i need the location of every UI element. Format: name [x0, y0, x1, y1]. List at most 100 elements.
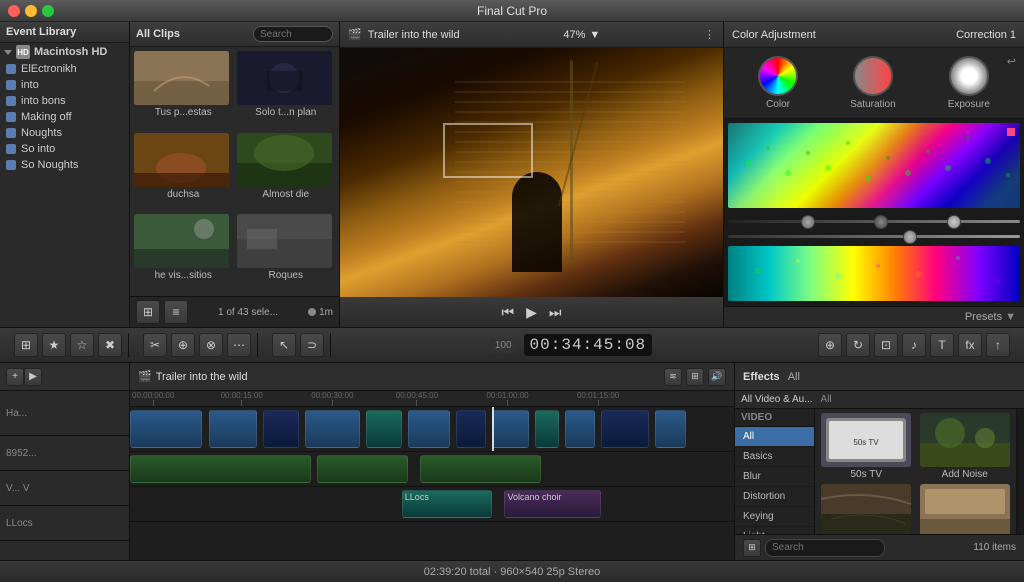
effects-category-basics[interactable]: Basics [735, 447, 814, 467]
library-section-hd[interactable]: HD Macintosh HD [0, 43, 129, 61]
window-controls[interactable] [8, 5, 54, 17]
toolbar-clip-btn[interactable]: ✂ [143, 333, 167, 357]
effects-category-light[interactable]: Light [735, 527, 814, 534]
presets-button[interactable]: Presets [965, 311, 1002, 323]
effects-btn[interactable]: fx [958, 333, 982, 357]
svg-text:50s TV: 50s TV [854, 438, 880, 447]
effects-tab-all-video[interactable]: All Video & Au... [741, 394, 813, 405]
saturation-tool[interactable]: Saturation [850, 56, 896, 110]
effects-search-input[interactable] [765, 539, 885, 557]
toolbar-btn-4[interactable]: ✖ [98, 333, 122, 357]
toolbar-btn-1[interactable]: ⊞ [14, 333, 38, 357]
library-item-noughts[interactable]: Noughts [0, 125, 129, 141]
minimize-button[interactable] [25, 5, 37, 17]
zoom-dropdown-icon[interactable]: ▼ [589, 29, 600, 41]
grid-view-button[interactable]: ⊞ [136, 300, 160, 324]
music-btn[interactable]: ♪ [902, 333, 926, 357]
effect-item-noise[interactable]: Add Noise [918, 413, 1013, 480]
named-clip-volcano[interactable]: Volcano choir [504, 490, 601, 518]
slider-handle-4[interactable] [903, 230, 917, 244]
clip-block[interactable] [565, 410, 595, 448]
toolbar-btn-3[interactable]: ☆ [70, 333, 94, 357]
clip-block[interactable] [492, 410, 528, 448]
clip-block[interactable] [535, 410, 559, 448]
skip-forward-button[interactable]: ⏭ [549, 304, 562, 321]
toolbar-insert-btn[interactable]: ⊕ [171, 333, 195, 357]
timeline-ctrl-1[interactable]: ≋ [664, 368, 682, 386]
effects-category-distortion[interactable]: Distortion [735, 487, 814, 507]
effect-item-50stv[interactable]: 50s TV 50s TV [819, 413, 914, 480]
skip-back-button[interactable]: ⏮ [502, 304, 515, 321]
macintosh-hd-label: Macintosh HD [34, 46, 107, 58]
timeline-play-btn[interactable]: ▶ [24, 368, 42, 386]
clips-search-input[interactable] [253, 26, 333, 42]
effects-grid-btn[interactable]: ⊞ [743, 539, 761, 557]
clip-item[interactable]: duchsa [134, 133, 233, 211]
effects-category-all[interactable]: All [735, 427, 814, 447]
reset-button[interactable]: ↩ [1007, 55, 1016, 68]
slider-handle-3[interactable] [947, 215, 961, 229]
toolbar-btn-2[interactable]: ★ [42, 333, 66, 357]
clip-item[interactable]: Roques [237, 214, 336, 292]
list-view-button[interactable]: ≡ [164, 300, 188, 324]
clip-item[interactable]: Tus p...estas [134, 51, 233, 129]
clip-block[interactable] [209, 410, 257, 448]
slider-handle-1[interactable] [801, 215, 815, 229]
maximize-button[interactable] [42, 5, 54, 17]
effects-all-label[interactable]: All [788, 371, 800, 383]
select-tool-btn[interactable]: ↖ [272, 333, 296, 357]
effect-item-aged-paper[interactable]: Aged Paper [918, 484, 1013, 534]
clip-block[interactable] [130, 410, 202, 448]
effect-item-aged-film[interactable]: Aged Film [819, 484, 914, 534]
effects-tab-all[interactable]: All [821, 394, 832, 405]
library-item-so-noughts[interactable]: So Noughts [0, 157, 129, 173]
rotate-btn[interactable]: ↻ [846, 333, 870, 357]
clip-item[interactable]: he vis...sitios [134, 214, 233, 292]
library-item-making-off[interactable]: Making off [0, 109, 129, 125]
effects-scrollbar[interactable] [1016, 409, 1024, 534]
color-gradient-area [724, 119, 1024, 306]
slider-track-1[interactable] [728, 220, 1020, 223]
checkmark-icon [6, 96, 16, 106]
share-btn[interactable]: ↑ [986, 333, 1010, 357]
viewer-zoom-area[interactable]: 47% ▼ [563, 29, 600, 41]
audio-clip[interactable] [420, 455, 541, 483]
toolbar-connect-btn[interactable]: ⊗ [199, 333, 223, 357]
toolbar-more-btn[interactable]: ⋯ [227, 333, 251, 357]
clip-block[interactable] [263, 410, 299, 448]
play-button[interactable]: ▶ [526, 304, 537, 321]
clip-block[interactable] [655, 410, 685, 448]
library-item-electronikh[interactable]: ElEctronikh [0, 61, 129, 77]
clip-block[interactable] [456, 410, 486, 448]
library-label: So into [21, 143, 55, 155]
crop-btn[interactable]: ⊡ [874, 333, 898, 357]
named-clip-llocs[interactable]: LLocs [402, 490, 493, 518]
effects-category-keying[interactable]: Keying [735, 507, 814, 527]
presets-dropdown-icon[interactable]: ▼ [1005, 311, 1016, 323]
trim-tool-btn[interactable]: ⊃ [300, 333, 324, 357]
clip-block[interactable] [408, 410, 450, 448]
timeline-ctrl-3[interactable]: 🔊 [708, 368, 726, 386]
audio-clip[interactable] [317, 455, 408, 483]
clip-block[interactable] [601, 410, 649, 448]
text-btn[interactable]: T [930, 333, 954, 357]
library-item-into-bons[interactable]: into bons [0, 93, 129, 109]
clip-block[interactable] [366, 410, 402, 448]
timeline-ctrl-2[interactable]: ⊞ [686, 368, 704, 386]
audio-clip[interactable] [130, 455, 311, 483]
clip-item[interactable]: Solo t...n plan [237, 51, 336, 129]
effects-category-blur[interactable]: Blur [735, 467, 814, 487]
slider-handle-2[interactable] [874, 215, 888, 229]
library-item-into[interactable]: into [0, 77, 129, 93]
slider-track-2[interactable] [728, 235, 1020, 238]
timeline-add-btn[interactable]: + [6, 368, 24, 386]
clip-item[interactable]: Almost die [237, 133, 336, 211]
close-button[interactable] [8, 5, 20, 17]
exposure-tool[interactable]: Exposure [948, 56, 990, 110]
checkmark-icon [6, 160, 16, 170]
library-item-so-into[interactable]: So into [0, 141, 129, 157]
viewer-options[interactable]: ⋮ [704, 28, 715, 41]
clip-block[interactable] [305, 410, 359, 448]
zoom-btn[interactable]: ⊕ [818, 333, 842, 357]
color-wheel-tool[interactable]: Color [758, 56, 798, 110]
